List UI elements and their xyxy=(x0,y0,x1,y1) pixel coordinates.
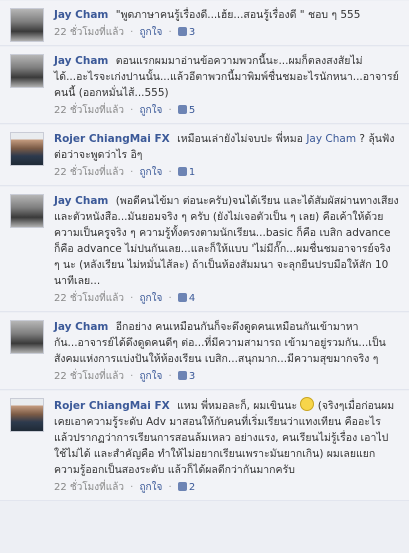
separator: · xyxy=(130,371,134,382)
thumbs-up-icon xyxy=(177,293,187,302)
separator: · xyxy=(130,105,134,116)
comment-body: Jay Cham ตอนแรกผมมาอ่านข้อความพวกนี้นะ..… xyxy=(54,53,399,101)
comment: Jay Cham (พอดีคนไข้มา ต่อนะครับ)จนได้เรี… xyxy=(0,187,409,312)
timestamp[interactable]: 22 ชั่วโมงที่แล้ว xyxy=(54,167,124,178)
author-link[interactable]: Jay Cham xyxy=(54,55,108,67)
timestamp[interactable]: 22 ชั่วโมงที่แล้ว xyxy=(54,105,124,116)
like-button[interactable]: ถูกใจ xyxy=(140,27,163,38)
like-count[interactable]: 4 xyxy=(177,293,196,304)
author-link[interactable]: Jay Cham xyxy=(54,195,108,207)
comment-meta: 22 ชั่วโมงที่แล้ว · ถูกใจ · 5 xyxy=(54,103,399,119)
comment-text: แหม พี่หมอละก็, ผมเขินนะ xyxy=(177,400,298,412)
comment-text: "พูดภาษาคนรู้เรื่องดี...เฮ้ย...สอนรู้เรื… xyxy=(115,9,361,21)
avatar[interactable] xyxy=(10,54,44,88)
like-count[interactable]: 1 xyxy=(177,167,196,178)
comment-text: (พอดีคนไข้มา ต่อนะครับ)จนได้เรียน และได้… xyxy=(54,195,399,287)
author-link[interactable]: Rojer ChiangMai FX xyxy=(54,400,170,412)
avatar[interactable] xyxy=(10,8,44,42)
avatar[interactable] xyxy=(10,320,44,354)
avatar[interactable] xyxy=(10,194,44,228)
like-count[interactable]: 3 xyxy=(177,27,196,38)
avatar[interactable] xyxy=(10,132,44,166)
like-button[interactable]: ถูกใจ xyxy=(140,105,163,116)
thumbs-up-icon xyxy=(177,371,187,380)
comment: Jay Cham อีกอย่าง คนเหมือนกันก็จะดึงดูดค… xyxy=(0,313,409,390)
timestamp[interactable]: 22 ชั่วโมงที่แล้ว xyxy=(54,293,124,304)
separator: · xyxy=(130,167,134,178)
separator: · xyxy=(168,482,172,493)
comment-thread: Jay Cham "พูดภาษาคนรู้เรื่องดี...เฮ้ย...… xyxy=(0,1,409,501)
avatar[interactable] xyxy=(10,398,44,432)
comment: Jay Cham ตอนแรกผมมาอ่านข้อความพวกนี้นะ..… xyxy=(0,47,409,124)
comment-body: Rojer ChiangMai FX เหมือนเล่ายังไม่จบปะ … xyxy=(54,131,399,163)
like-button[interactable]: ถูกใจ xyxy=(140,167,163,178)
comment-body: Jay Cham "พูดภาษาคนรู้เรื่องดี...เฮ้ย...… xyxy=(54,7,399,23)
comment: Jay Cham "พูดภาษาคนรู้เรื่องดี...เฮ้ย...… xyxy=(0,1,409,46)
like-button[interactable]: ถูกใจ xyxy=(140,293,163,304)
comment: Rojer ChiangMai FX เหมือนเล่ายังไม่จบปะ … xyxy=(0,125,409,186)
author-link[interactable]: Rojer ChiangMai FX xyxy=(54,133,170,145)
author-link[interactable]: Jay Cham xyxy=(54,321,108,333)
mention-link[interactable]: Jay Cham xyxy=(306,133,356,145)
comment-body: Jay Cham อีกอย่าง คนเหมือนกันก็จะดึงดูดค… xyxy=(54,319,399,367)
thumbs-up-icon xyxy=(177,27,187,36)
thumbs-up-icon xyxy=(177,167,187,176)
like-count-value: 3 xyxy=(188,27,196,38)
timestamp[interactable]: 22 ชั่วโมงที่แล้ว xyxy=(54,27,124,38)
timestamp[interactable]: 22 ชั่วโมงที่แล้ว xyxy=(54,371,124,382)
comment-meta: 22 ชั่วโมงที่แล้ว · ถูกใจ · 4 xyxy=(54,291,399,307)
like-count-value: 1 xyxy=(188,167,196,178)
separator: · xyxy=(168,371,172,382)
thumbs-up-icon xyxy=(177,482,187,491)
like-count[interactable]: 5 xyxy=(177,105,196,116)
like-count[interactable]: 2 xyxy=(177,482,196,493)
thumbs-up-icon xyxy=(177,105,187,114)
comment-body: Jay Cham (พอดีคนไข้มา ต่อนะครับ)จนได้เรี… xyxy=(54,193,399,289)
comment-meta: 22 ชั่วโมงที่แล้ว · ถูกใจ · 1 xyxy=(54,165,399,181)
comment: Rojer ChiangMai FX แหม พี่หมอละก็, ผมเขิ… xyxy=(0,391,409,501)
like-count-value: 3 xyxy=(188,371,196,382)
timestamp[interactable]: 22 ชั่วโมงที่แล้ว xyxy=(54,482,124,493)
like-button[interactable]: ถูกใจ xyxy=(140,371,163,382)
like-count-value: 2 xyxy=(188,482,196,493)
separator: · xyxy=(168,293,172,304)
like-count-value: 4 xyxy=(188,293,196,304)
author-link[interactable]: Jay Cham xyxy=(54,9,108,21)
like-count[interactable]: 3 xyxy=(177,371,196,382)
like-button[interactable]: ถูกใจ xyxy=(140,482,163,493)
separator: · xyxy=(168,167,172,178)
separator: · xyxy=(168,27,172,38)
smiley-icon xyxy=(300,397,315,411)
comment-body: Rojer ChiangMai FX แหม พี่หมอละก็, ผมเขิ… xyxy=(54,397,399,478)
comment-meta: 22 ชั่วโมงที่แล้ว · ถูกใจ · 2 xyxy=(54,480,399,496)
comment-text: เหมือนเล่ายังไม่จบปะ พี่หมอ xyxy=(177,133,303,145)
separator: · xyxy=(130,27,134,38)
separator: · xyxy=(168,105,172,116)
comment-meta: 22 ชั่วโมงที่แล้ว · ถูกใจ · 3 xyxy=(54,25,399,41)
like-count-value: 5 xyxy=(188,105,196,116)
separator: · xyxy=(130,482,134,493)
comment-meta: 22 ชั่วโมงที่แล้ว · ถูกใจ · 3 xyxy=(54,369,399,385)
separator: · xyxy=(130,293,134,304)
